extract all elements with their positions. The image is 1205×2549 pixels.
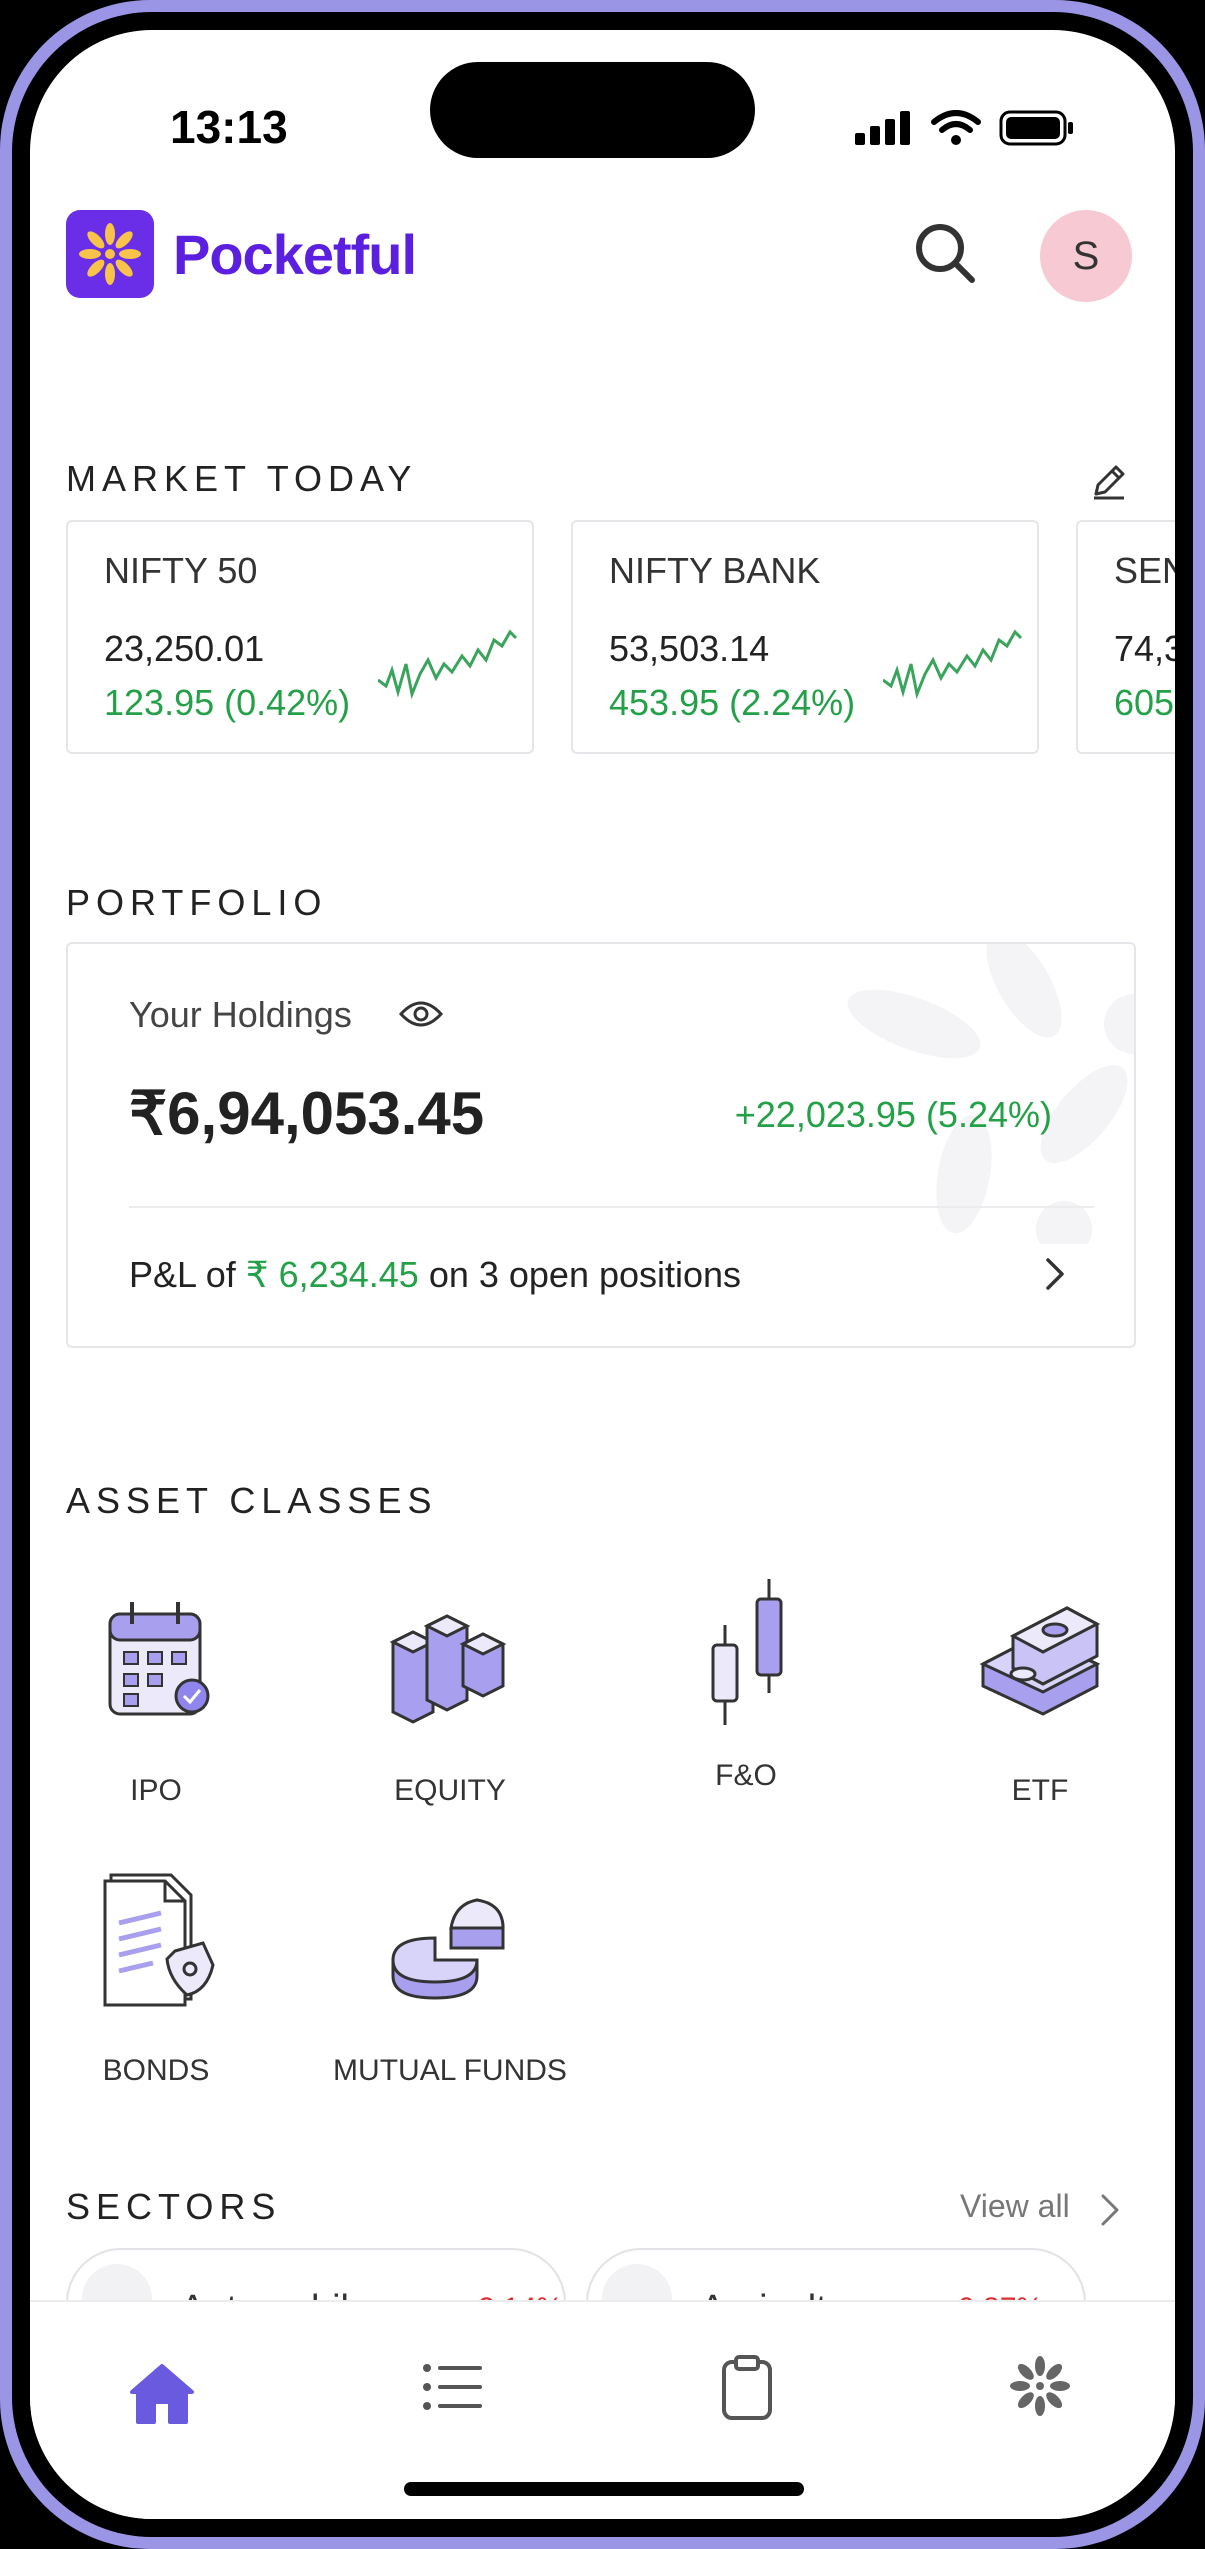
- list-icon[interactable]: [422, 2362, 484, 2412]
- asset-label: ETF: [1011, 1774, 1069, 1807]
- index-change: 605: [1114, 682, 1175, 723]
- avatar[interactable]: S: [1040, 210, 1132, 302]
- holdings-gain: +22,023.95 (5.24%): [734, 1094, 1052, 1135]
- holdings-card[interactable]: Your Holdings ₹6,94,053.45 +22,023.95 (5…: [66, 942, 1136, 1348]
- edit-icon[interactable]: [1088, 460, 1130, 502]
- pl-summary: P&L of ₹ 6,234.45 on 3 open positions: [129, 1254, 741, 1296]
- eye-icon[interactable]: [398, 996, 444, 1032]
- asset-classes-title: ASSET CLASSES: [66, 1480, 438, 1521]
- signal-icon: [855, 111, 910, 145]
- app-screen: 13:13 Pocketful S MARKET TODAY NIFTY 50 …: [30, 30, 1175, 2519]
- brand-name: Pocketful: [173, 223, 417, 286]
- asset-fo[interactable]: F&O: [626, 1575, 866, 1793]
- asset-label: BONDS: [102, 2054, 210, 2087]
- calendar-icon: [108, 1602, 210, 1716]
- market-card-nifty50[interactable]: NIFTY 50 23,250.01 123.95 (0.42%): [66, 520, 534, 754]
- asset-etf[interactable]: ETF: [920, 1590, 1160, 1808]
- view-all-link[interactable]: View all: [960, 2188, 1070, 2225]
- market-card-niftybank[interactable]: NIFTY BANK 53,503.14 453.95 (2.24%): [571, 520, 1039, 754]
- index-value: 23,250.01: [104, 628, 265, 669]
- sectors-title: SECTORS: [66, 2186, 282, 2227]
- market-today-title: MARKET TODAY: [66, 458, 418, 499]
- divider: [129, 1206, 1094, 1208]
- index-name: NIFTY BANK: [609, 550, 821, 591]
- document-shield-icon: [103, 1873, 215, 2007]
- pocketful-icon[interactable]: [1006, 2352, 1074, 2420]
- chevron-right-icon[interactable]: [1098, 2192, 1122, 2228]
- index-name: NIFTY 50: [104, 550, 258, 591]
- index-change: 123.95 (0.42%): [104, 682, 351, 723]
- index-name: SEN: [1114, 550, 1175, 591]
- market-card-sensex[interactable]: SEN 74,3 605: [1076, 520, 1175, 754]
- pl-value: ₹ 6,234.45: [245, 1254, 419, 1295]
- asset-label: F&O: [715, 1759, 777, 1792]
- portfolio-title: PORTFOLIO: [66, 882, 328, 923]
- candlestick-icon: [711, 1579, 783, 1725]
- index-value: 74,3: [1114, 628, 1175, 669]
- chevron-right-icon[interactable]: [1042, 1256, 1068, 1292]
- clipboard-icon[interactable]: [720, 2354, 774, 2422]
- holdings-amount: ₹6,94,053.45: [129, 1080, 485, 1147]
- holdings-label: Your Holdings: [129, 994, 352, 1035]
- home-indicator[interactable]: [404, 2482, 804, 2496]
- asset-equity[interactable]: EQUITY: [330, 1590, 570, 1808]
- pocketful-logo-icon: [79, 223, 141, 285]
- sparkline-icon: [883, 629, 1023, 700]
- asset-label: IPO: [130, 1774, 182, 1807]
- battery-icon: [999, 110, 1073, 146]
- asset-label: MUTUAL FUNDS: [333, 2054, 567, 2087]
- asset-mutual-funds[interactable]: MUTUAL FUNDS: [330, 1870, 570, 2088]
- status-icons: [855, 110, 1075, 146]
- index-value: 53,503.14: [609, 628, 770, 669]
- status-time: 13:13: [170, 101, 288, 153]
- pl-suffix: on 3 open positions: [428, 1254, 742, 1295]
- asset-ipo[interactable]: IPO: [36, 1590, 276, 1808]
- pie-chart-icon: [391, 1898, 505, 2000]
- index-change: 453.95 (2.24%): [609, 682, 856, 723]
- sparkline-icon: [378, 629, 518, 700]
- cash-stack-icon: [979, 1606, 1101, 1716]
- wifi-icon: [931, 110, 981, 145]
- pl-prefix: P&L of: [129, 1254, 236, 1295]
- asset-bonds[interactable]: BONDS: [36, 1865, 276, 2088]
- search-icon[interactable]: [910, 218, 980, 288]
- dynamic-island: [430, 62, 755, 158]
- asset-label: EQUITY: [394, 1774, 506, 1807]
- home-icon[interactable]: [128, 2362, 196, 2426]
- bar-blocks-icon: [389, 1614, 507, 1724]
- app-logo: [66, 210, 154, 298]
